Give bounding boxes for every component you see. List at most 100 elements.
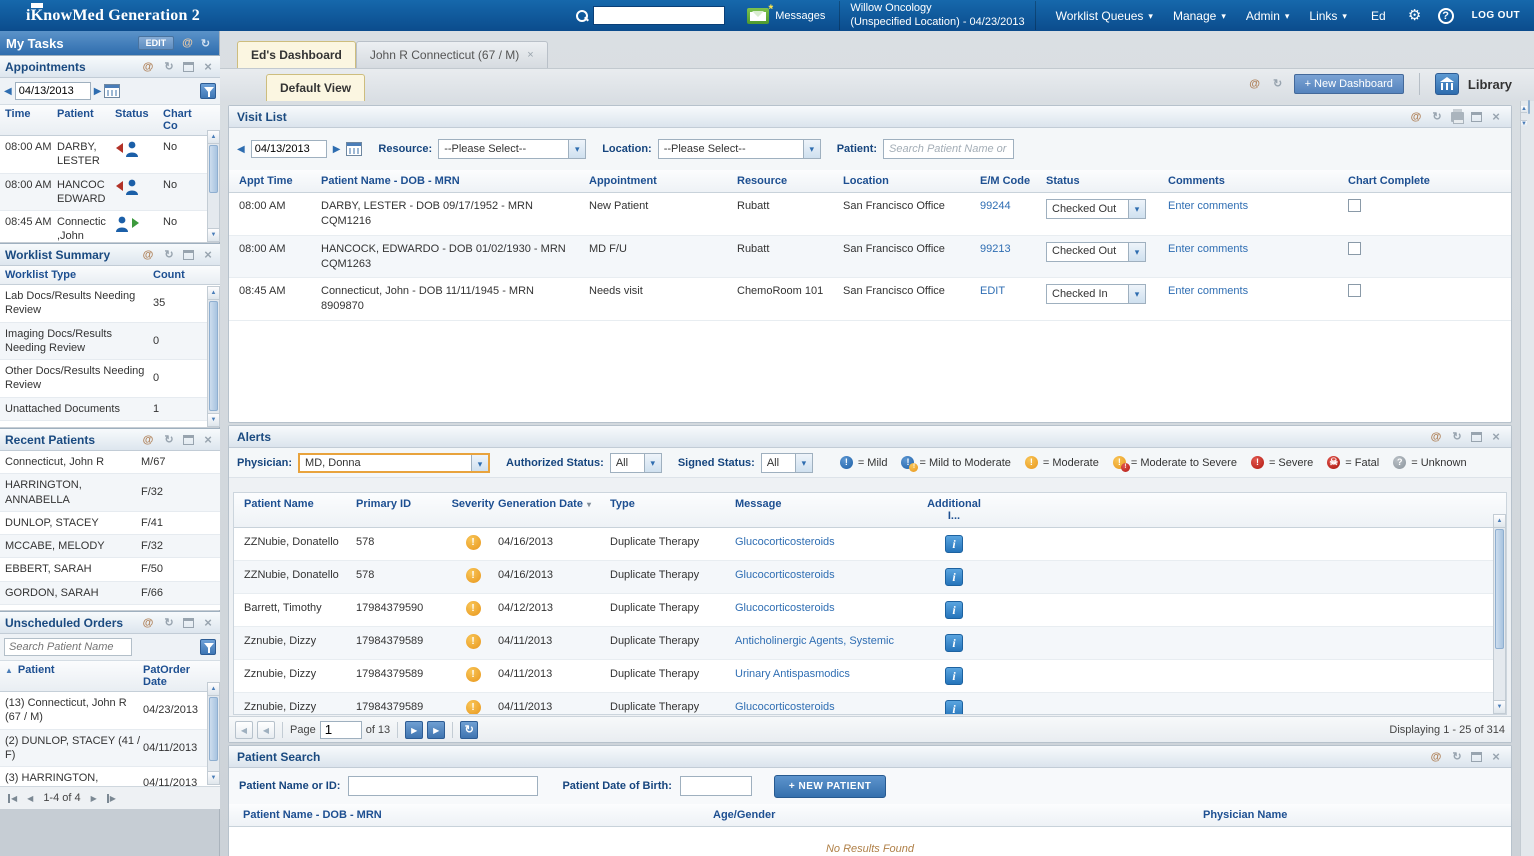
col-additional-info[interactable]: Additional I... (921, 498, 987, 522)
last-page-icon[interactable] (107, 794, 116, 803)
panel-options-icon[interactable] (1429, 750, 1443, 764)
scroll-down-icon[interactable] (208, 771, 219, 784)
status-select[interactable]: Checked Out (1046, 199, 1146, 219)
refresh-icon[interactable] (162, 433, 176, 447)
alert-message-link[interactable]: Glucocorticosteroids (735, 569, 835, 581)
panel-options-icon[interactable] (141, 248, 155, 262)
page-number-input[interactable] (320, 721, 362, 739)
appointment-row[interactable]: 08:00 AM HANCOC EDWARD No (0, 174, 220, 212)
search-icon[interactable] (575, 9, 589, 23)
first-page-icon[interactable] (8, 794, 17, 803)
tasks-refresh-icon[interactable] (201, 37, 210, 50)
alert-row[interactable]: Zznubie, Dizzy 17984379589 04/11/2013 Du… (234, 660, 1506, 693)
settings-gear-icon[interactable] (1406, 7, 1424, 25)
unscheduled-scrollbar[interactable] (207, 682, 220, 785)
info-icon[interactable] (945, 667, 963, 685)
tab-dashboard[interactable]: Ed's Dashboard (237, 41, 356, 68)
menu-icon[interactable] (31, 3, 43, 8)
panel-options-icon[interactable] (1429, 430, 1443, 444)
col-location[interactable]: Location (843, 175, 980, 187)
status-select[interactable]: Checked In (1046, 284, 1146, 304)
visit-patient-search-input[interactable] (883, 139, 1014, 159)
worklist-row[interactable]: Imaging Docs/Results Needing Review 0 (0, 323, 220, 361)
tasks-options-icon[interactable] (182, 37, 193, 49)
worklist-row[interactable]: Lab Docs/Results Needing Review 35 (0, 285, 220, 323)
scroll-down-icon[interactable] (1494, 700, 1505, 713)
menu-links[interactable]: Links (1309, 9, 1347, 23)
recent-patient-row[interactable]: zzPatient, Test F/48 (0, 605, 220, 610)
alert-message-link[interactable]: Anticholinergic Agents, Systemic (735, 635, 894, 647)
info-icon[interactable] (945, 568, 963, 586)
global-search-input[interactable] (593, 6, 725, 25)
scroll-thumb[interactable] (1528, 100, 1530, 114)
location-select[interactable]: --Please Select-- (658, 139, 821, 159)
scroll-up-icon[interactable] (208, 131, 219, 144)
enter-comments-link[interactable]: Enter comments (1168, 243, 1248, 255)
last-page-button[interactable] (427, 721, 445, 739)
col-comments[interactable]: Comments (1168, 175, 1340, 187)
maximize-icon[interactable] (183, 250, 194, 260)
info-icon[interactable] (945, 535, 963, 553)
alert-row[interactable]: ZZNubie, Donatello 578 04/16/2013 Duplic… (234, 561, 1506, 594)
col-chart-complete[interactable]: Chart Complete (1340, 175, 1511, 187)
tab-default-view[interactable]: Default View (266, 74, 365, 101)
close-icon[interactable] (1489, 750, 1503, 764)
library-icon[interactable] (1435, 73, 1459, 95)
col-status[interactable]: Status (115, 108, 163, 132)
unscheduled-search-input[interactable] (4, 638, 132, 656)
enter-comments-link[interactable]: Enter comments (1168, 200, 1248, 212)
close-tab-icon[interactable] (527, 49, 533, 61)
maximize-icon[interactable] (1471, 752, 1482, 762)
worklist-row[interactable]: Other Docs/Results Needing Review 0 (0, 360, 220, 398)
scroll-thumb[interactable] (209, 301, 218, 411)
close-icon[interactable] (201, 248, 215, 262)
visit-row[interactable]: 08:00 AM DARBY, LESTER - DOB 09/17/1952 … (229, 193, 1511, 236)
dashboard-refresh-icon[interactable] (1271, 77, 1285, 91)
scroll-up-icon[interactable] (208, 683, 219, 696)
refresh-icon[interactable] (162, 616, 176, 630)
menu-manage[interactable]: Manage (1173, 9, 1226, 23)
panel-options-icon[interactable] (141, 60, 155, 74)
refresh-icon[interactable] (162, 248, 176, 262)
col-physician-name[interactable]: Physician Name (1203, 809, 1511, 821)
appointments-scrollbar[interactable] (207, 130, 220, 242)
filter-icon[interactable] (200, 83, 216, 99)
panel-options-icon[interactable] (141, 616, 155, 630)
next-day-arrow[interactable] (94, 86, 102, 97)
close-icon[interactable] (1489, 430, 1503, 444)
chart-complete-checkbox[interactable] (1348, 199, 1361, 212)
refresh-icon[interactable] (162, 60, 176, 74)
visit-row[interactable]: 08:45 AM Connecticut, John - DOB 11/11/1… (229, 278, 1511, 321)
worklist-row[interactable]: Unattached Documents 1 (0, 398, 220, 421)
refresh-page-button[interactable] (460, 721, 478, 739)
em-code-link[interactable]: EDIT (980, 285, 1005, 297)
dashboard-options-icon[interactable] (1248, 77, 1262, 91)
alert-message-link[interactable]: Glucocorticosteroids (735, 602, 835, 614)
info-icon[interactable] (945, 634, 963, 652)
prev-page-icon[interactable] (27, 794, 33, 803)
next-day-arrow[interactable] (333, 144, 341, 155)
scroll-down-icon[interactable] (1521, 120, 1527, 127)
recent-patient-row[interactable]: HARRINGTON, ANNABELLA F/32 (0, 474, 220, 512)
em-code-link[interactable]: 99213 (980, 243, 1011, 255)
next-page-button[interactable] (405, 721, 423, 739)
appointment-row[interactable]: 08:45 AM Connectic ,John No (0, 211, 220, 242)
col-worklist-type[interactable]: Worklist Type (5, 269, 153, 281)
filter-icon[interactable] (200, 639, 216, 655)
calendar-icon[interactable] (104, 84, 120, 98)
close-icon[interactable] (201, 616, 215, 630)
recent-patient-row[interactable]: EBBERT, SARAH F/50 (0, 558, 220, 581)
panel-options-icon[interactable] (141, 433, 155, 447)
tab-patient[interactable]: John R Connecticut (67 / M) (356, 41, 548, 68)
help-icon[interactable] (1438, 8, 1454, 24)
dob-input[interactable] (680, 776, 752, 796)
alert-row[interactable]: Zznubie, Dizzy 17984379589 04/11/2013 Du… (234, 627, 1506, 660)
library-label[interactable]: Library (1468, 77, 1512, 92)
col-status[interactable]: Status (1046, 175, 1168, 187)
close-icon[interactable] (1489, 110, 1503, 124)
close-icon[interactable] (201, 433, 215, 447)
appointments-date-input[interactable] (15, 82, 91, 100)
col-generation-date-sorted[interactable]: Generation Date (498, 498, 610, 522)
col-primary-id[interactable]: Primary ID (356, 498, 448, 522)
col-type[interactable]: Type (610, 498, 735, 522)
